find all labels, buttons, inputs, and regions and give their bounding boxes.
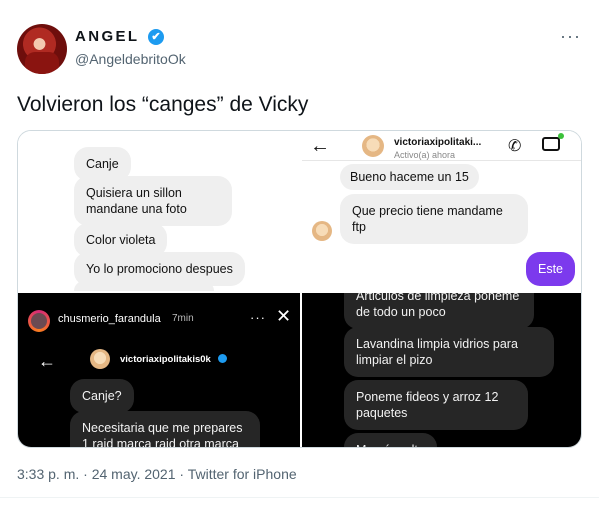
story-time: 7min	[172, 313, 194, 324]
divider	[0, 497, 599, 498]
story-username: chusmerio_farandula	[58, 313, 161, 325]
author-avatar[interactable]	[17, 24, 67, 74]
verified-badge-icon	[218, 354, 227, 363]
video-call-icon[interactable]	[542, 133, 564, 151]
contact-avatar	[90, 349, 110, 369]
back-arrow-icon: ←	[38, 351, 56, 371]
contact-status: Activo(a) ahora	[394, 150, 456, 160]
chat-bubble: Articulos de limpieza poneme de todo un …	[344, 293, 534, 329]
author-handle[interactable]: @AngeldebritoOk	[75, 51, 186, 67]
tweet-source[interactable]: Twitter for iPhone	[188, 466, 297, 482]
media-image-1[interactable]: Canje Quisiera un sillon mandane una fot…	[18, 131, 300, 291]
story-avatar	[28, 310, 50, 332]
media-image-4[interactable]: Articulos de limpieza poneme de todo un …	[302, 293, 581, 447]
chat-bubble: Que precio tiene mandame ftp	[340, 194, 528, 244]
story-more-icon[interactable]: ···	[250, 310, 266, 325]
dm-header: ← victoriaxipolitaki... Activo(a) ahora …	[302, 131, 581, 161]
chat-bubble: Necesitaria que me prepares 1 raid marca…	[70, 411, 260, 447]
phone-icon[interactable]: ✆	[508, 136, 521, 156]
chat-bubble: Canje?	[70, 379, 134, 413]
tweet-media-grid[interactable]: Canje Quisiera un sillon mandane una fot…	[17, 130, 582, 448]
contact-name: victoriaxipolitaki...	[394, 137, 482, 148]
sent-bubble: Este	[526, 252, 576, 286]
meta-separator: ·	[179, 466, 185, 482]
back-arrow-icon[interactable]: ←	[310, 135, 330, 158]
chat-bubble: Mamá malta	[344, 433, 437, 447]
tweet-timestamp[interactable]: 3:33 p. m. · 24 may. 2021	[17, 466, 176, 482]
chat-bubble: Bueno haceme un 15	[340, 164, 479, 190]
close-icon[interactable]: ✕	[276, 306, 291, 327]
chat-bubble: Quisiera un sillon mandane una foto	[74, 176, 232, 226]
contact-name: victoriaxipolitakis0k	[120, 354, 211, 365]
tweet-meta: 3:33 p. m. · 24 may. 2021 · Twitter for …	[17, 466, 297, 482]
chat-bubble: Poneme fideos y arroz 12 paquetes	[344, 380, 528, 430]
contact-avatar	[362, 135, 384, 157]
chat-bubble-partial	[74, 281, 214, 291]
contact-avatar-small	[312, 221, 332, 241]
author-name[interactable]: ANGEL	[75, 28, 140, 45]
tweet-text: Volvieron los “canges” de Vicky	[17, 93, 309, 116]
more-options-icon[interactable]: ···	[560, 26, 581, 47]
media-image-2[interactable]: ← victoriaxipolitaki... Activo(a) ahora …	[302, 131, 581, 291]
media-image-3[interactable]: chusmerio_farandula 7min ··· ✕ ← victori…	[18, 293, 300, 447]
chat-bubble: Lavandina limpia vidrios para limpiar el…	[344, 327, 554, 377]
verified-badge-icon: ✔	[148, 29, 164, 45]
tweet-header: ANGEL ✔ @AngeldebritoOk ···	[17, 24, 587, 74]
